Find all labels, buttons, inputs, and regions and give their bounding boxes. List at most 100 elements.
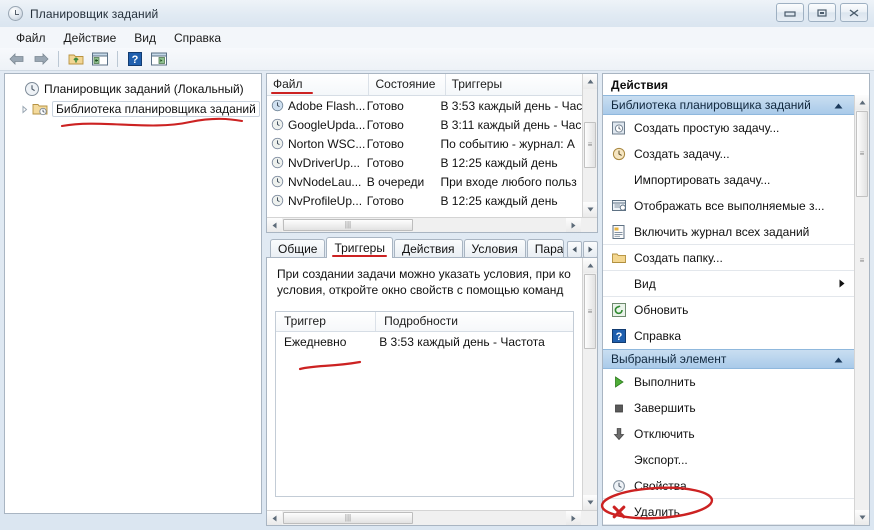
action-help-library[interactable]: ? Справка xyxy=(603,323,869,349)
action-end[interactable]: Завершить xyxy=(603,395,869,421)
tab-scroll-left-button[interactable] xyxy=(567,241,582,258)
scroll-up-arrow-icon[interactable] xyxy=(583,74,597,89)
table-row[interactable]: NvNodeLau... В очереди При входе любого … xyxy=(267,172,597,191)
action-label: Отображать все выполняемые з... xyxy=(634,199,825,213)
tab-actions[interactable]: Действия xyxy=(393,239,463,258)
action-label: Создать папку... xyxy=(634,250,723,265)
table-row[interactable]: NvProfileUp... Готово В 12:25 каждый ден… xyxy=(267,191,597,210)
collapse-up-icon[interactable] xyxy=(834,98,843,112)
expander-icon xyxy=(11,84,22,95)
scroll-up-arrow-icon[interactable] xyxy=(583,258,597,273)
action-delete[interactable]: Удалить xyxy=(603,499,869,525)
show-hide-console-tree-icon[interactable] xyxy=(89,49,111,69)
toolbar-separator-1 xyxy=(58,51,59,67)
action-help-selected[interactable]: ? Справка xyxy=(603,525,869,526)
column-header-triggers[interactable]: Триггеры xyxy=(446,74,597,95)
desc-line-2: условия, откройте окно свойств с помощью… xyxy=(277,283,564,297)
tab-scroll-buttons xyxy=(567,241,598,258)
scroll-left-arrow-icon[interactable] xyxy=(267,511,282,525)
task-name-cell: GoogleUpda... xyxy=(267,118,367,132)
scroll-left-arrow-icon[interactable] xyxy=(267,218,282,232)
table-row[interactable]: GoogleUpda... Готово В 3:11 каждый день … xyxy=(267,115,597,134)
menu-action[interactable]: Действие xyxy=(56,29,125,47)
tree-item-task-scheduler-local[interactable]: Планировщик заданий (Локальный) xyxy=(5,79,261,99)
table-row[interactable]: NvDriverUp... Готово В 12:25 каждый день xyxy=(267,153,597,172)
clock-icon xyxy=(24,81,40,97)
action-label: Создать задачу... xyxy=(634,147,730,161)
action-view[interactable]: Вид xyxy=(603,271,869,297)
tab-general[interactable]: Общие xyxy=(270,239,326,258)
scroll-down-arrow-icon[interactable] xyxy=(583,202,597,217)
action-display-running-tasks[interactable]: Отображать все выполняемые з... xyxy=(603,193,869,219)
minimize-button[interactable] xyxy=(776,3,804,22)
task-name-cell: NvNodeLau... xyxy=(267,175,367,189)
action-properties[interactable]: Свойства xyxy=(603,473,869,499)
action-label: Выполнить xyxy=(634,375,696,389)
action-export[interactable]: Экспорт... xyxy=(603,447,869,473)
tab-conditions[interactable]: Условия xyxy=(463,239,526,258)
menu-view[interactable]: Вид xyxy=(126,29,164,47)
back-arrow-icon[interactable] xyxy=(6,49,28,69)
action-create-basic-task[interactable]: Создать простую задачу... xyxy=(603,115,869,141)
action-new-folder[interactable]: Создать папку... xyxy=(603,245,869,271)
column-header-state[interactable]: Состояние xyxy=(369,74,446,95)
scroll-right-arrow-icon[interactable] xyxy=(566,511,581,525)
collapse-up-icon[interactable] xyxy=(834,352,843,366)
tab-triggers[interactable]: Триггеры xyxy=(326,237,393,258)
scroll-down-arrow-icon[interactable] xyxy=(583,495,597,510)
scrollbar-thumb[interactable]: ≡ xyxy=(584,274,596,349)
scrollbar-thumb[interactable]: ||| xyxy=(283,512,413,524)
scroll-right-arrow-icon[interactable] xyxy=(566,218,581,232)
table-row[interactable]: Norton WSC... Готово По событию - журнал… xyxy=(267,134,597,153)
action-label: Создать простую задачу... xyxy=(634,121,780,135)
action-run[interactable]: Выполнить xyxy=(603,369,869,395)
toolbar: ? xyxy=(0,48,874,71)
action-refresh[interactable]: Обновить xyxy=(603,297,869,323)
scroll-up-arrow-icon[interactable] xyxy=(855,95,869,110)
tree-item-task-scheduler-library[interactable]: Библиотека планировщика заданий xyxy=(5,99,261,119)
action-create-task[interactable]: Создать задачу... xyxy=(603,141,869,167)
chevron-right-icon[interactable] xyxy=(19,104,30,115)
forward-arrow-icon[interactable] xyxy=(30,49,52,69)
actions-group-header-library[interactable]: Библиотека планировщика заданий xyxy=(603,95,869,115)
disable-icon xyxy=(611,426,627,442)
detail-horizontal-scrollbar[interactable]: ||| xyxy=(267,510,597,525)
properties-icon xyxy=(611,478,627,494)
close-button[interactable] xyxy=(840,3,868,22)
detail-vertical-scrollbar[interactable]: ≡ xyxy=(582,258,597,510)
triggers-description: При создании задачи можно указать услови… xyxy=(267,258,597,302)
menu-help[interactable]: Справка xyxy=(166,29,229,47)
task-triggers-cell: В 3:11 каждый день - Час xyxy=(440,117,582,132)
actions-vertical-scrollbar[interactable]: ≡ ≡ xyxy=(854,95,869,525)
scroll-down-arrow-icon[interactable] xyxy=(855,510,869,525)
tab-label: Условия xyxy=(471,242,518,256)
enable-history-icon xyxy=(611,224,627,240)
action-enable-all-tasks-history[interactable]: Включить журнал всех заданий xyxy=(603,219,869,245)
task-list-horizontal-scrollbar[interactable]: ||| xyxy=(267,217,597,232)
display-running-tasks-icon xyxy=(611,198,627,214)
column-header-details[interactable]: Подробности xyxy=(376,312,573,331)
tab-scroll-right-button[interactable] xyxy=(583,241,598,258)
column-header-file[interactable]: Файл xyxy=(267,74,370,95)
scrollbar-thumb[interactable]: ≡ xyxy=(584,122,596,168)
tab-settings[interactable]: Параме xyxy=(526,239,564,258)
task-list-vertical-scrollbar[interactable]: ≡ xyxy=(582,74,597,217)
maximize-button[interactable] xyxy=(808,3,836,22)
scrollbar-thumb[interactable]: ||| xyxy=(283,219,413,231)
help-icon[interactable]: ? xyxy=(124,49,146,69)
task-name-cell: Adobe Flash... xyxy=(267,99,367,113)
action-label: Обновить xyxy=(634,303,689,317)
table-row[interactable]: Ежедневно В 3:53 каждый день - Частота xyxy=(276,332,573,352)
task-state-cell: В очереди xyxy=(366,174,425,189)
action-import-task[interactable]: Импортировать задачу... xyxy=(603,167,869,193)
table-row[interactable]: Adobe Flash... Готово В 3:53 каждый день… xyxy=(267,96,597,115)
show-hide-action-pane-icon[interactable] xyxy=(148,49,170,69)
scrollbar-thumb[interactable]: ≡ xyxy=(856,111,868,197)
menu-file[interactable]: Файл xyxy=(8,29,54,47)
actions-group-header-selected-item[interactable]: Выбранный элемент xyxy=(603,349,869,369)
actions-pane-title: Действия xyxy=(603,74,869,95)
folder-up-icon[interactable] xyxy=(65,49,87,69)
task-list-header: Файл Состояние Триггеры xyxy=(267,74,597,96)
column-header-trigger[interactable]: Триггер xyxy=(276,312,377,331)
action-disable[interactable]: Отключить xyxy=(603,421,869,447)
